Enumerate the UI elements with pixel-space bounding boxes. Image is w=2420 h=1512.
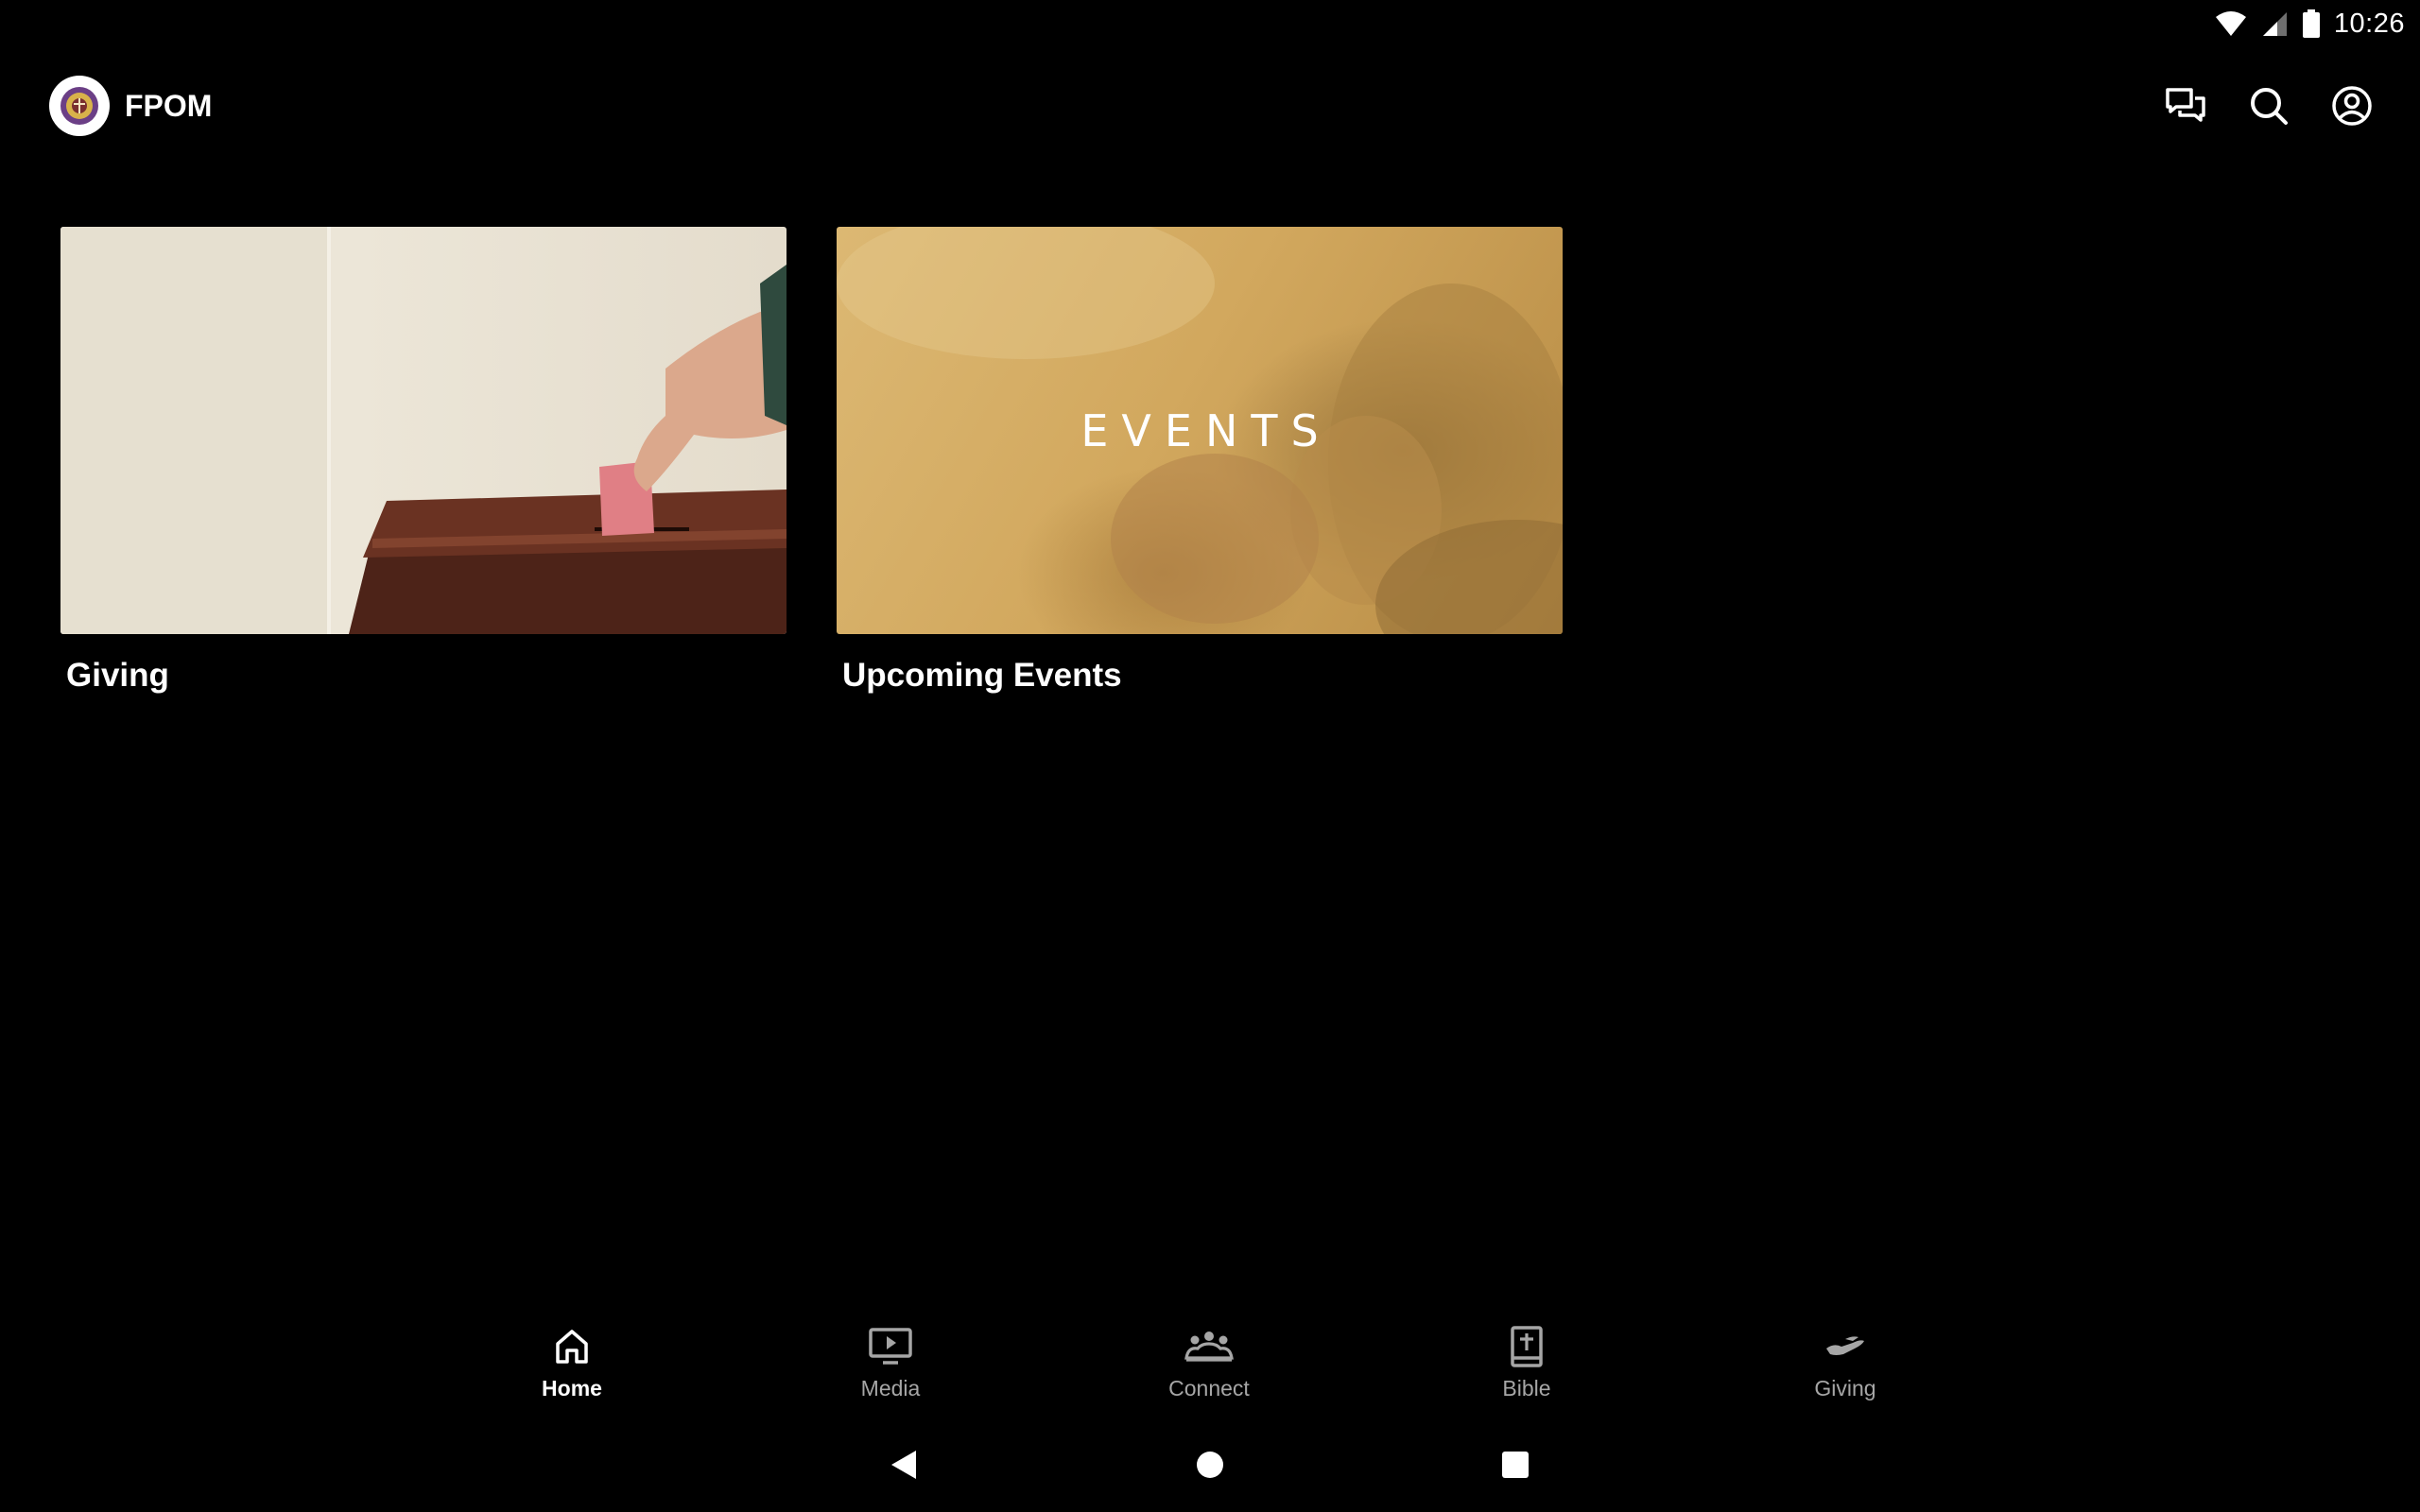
- giving-card-title: Giving: [66, 657, 169, 694]
- giving-image: [60, 227, 786, 634]
- events-overlay-text: EVENTS: [1080, 404, 1332, 456]
- nav-label-home: Home: [542, 1376, 602, 1400]
- search-icon[interactable]: [2246, 74, 2291, 138]
- upcoming-events-card[interactable]: EVENTS Upcoming Events: [837, 227, 1563, 695]
- nav-item-media[interactable]: Media: [796, 1323, 985, 1418]
- home-circle-icon[interactable]: [1182, 1436, 1238, 1493]
- nav-item-connect[interactable]: Connect: [1115, 1323, 1304, 1418]
- wifi-icon: [2215, 10, 2247, 37]
- events-card-title: Upcoming Events: [842, 657, 1122, 694]
- cell-signal-icon: [2260, 10, 2289, 37]
- battery-icon: [2302, 9, 2321, 38]
- tv-play-icon: [868, 1323, 913, 1370]
- nav-item-home[interactable]: Home: [477, 1323, 666, 1418]
- app-bar-actions: [2163, 74, 2375, 138]
- events-image: EVENTS: [837, 227, 1563, 634]
- bible-icon: [1510, 1323, 1544, 1370]
- account-icon[interactable]: [2329, 74, 2375, 138]
- nav-label-connect: Connect: [1168, 1376, 1250, 1400]
- app-bar: FPOM: [49, 74, 212, 138]
- nav-label-media: Media: [860, 1376, 921, 1400]
- nav-item-giving[interactable]: Giving: [1751, 1323, 1940, 1418]
- app-title: FPOM: [125, 88, 213, 123]
- recents-icon[interactable]: [1487, 1436, 1544, 1493]
- back-icon[interactable]: [875, 1436, 932, 1493]
- app-screen: 10:26 FPOM Giving EVENTS Upcoming Events…: [0, 0, 2420, 1512]
- status-time: 10:26: [2333, 8, 2405, 39]
- status-bar: 10:26: [2215, 0, 2420, 47]
- church-logo[interactable]: [49, 76, 110, 136]
- giving-card[interactable]: Giving: [60, 227, 786, 695]
- giving-hand-icon: [1824, 1323, 1866, 1370]
- system-navigation-bar: [0, 1436, 2420, 1493]
- nav-label-giving: Giving: [1814, 1376, 1876, 1400]
- people-group-icon: [1184, 1323, 1234, 1370]
- bottom-navigation: Home Media Connect Bible Giving: [0, 1323, 2420, 1418]
- chat-icon[interactable]: [2163, 74, 2208, 138]
- nav-label-bible: Bible: [1502, 1376, 1551, 1400]
- content-cards: Giving EVENTS Upcoming Events: [60, 227, 1563, 695]
- home-icon: [553, 1323, 591, 1370]
- nav-item-bible[interactable]: Bible: [1432, 1323, 1621, 1418]
